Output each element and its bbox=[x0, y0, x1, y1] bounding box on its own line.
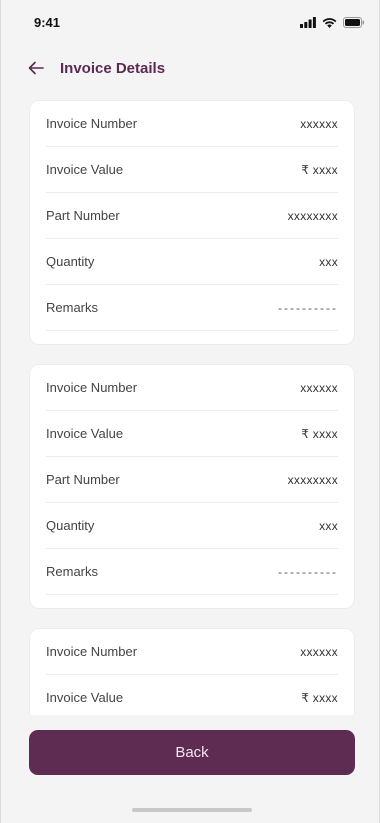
back-button[interactable]: Back bbox=[29, 730, 355, 775]
invoice-card: Invoice Number xxxxxx Invoice Value ₹ xx… bbox=[29, 364, 355, 609]
row-value: ₹ xxxx bbox=[301, 162, 338, 177]
status-time: 9:41 bbox=[34, 14, 61, 30]
row-value: ---------- bbox=[278, 564, 338, 579]
row-label: Invoice Value bbox=[46, 162, 124, 177]
status-bar: 9:41 bbox=[1, 0, 379, 44]
invoice-card: Invoice Number xxxxxx Invoice Value ₹ xx… bbox=[29, 628, 355, 715]
card-padding bbox=[46, 331, 338, 344]
arrow-left-icon[interactable] bbox=[27, 59, 45, 77]
quantity-row: Quantity xxx bbox=[46, 503, 338, 549]
invoice-number-row: Invoice Number xxxxxx bbox=[46, 629, 338, 675]
row-label: Part Number bbox=[46, 472, 120, 487]
remarks-row: Remarks ---------- bbox=[46, 549, 338, 595]
invoice-value-row: Invoice Value ₹ xxxx bbox=[46, 411, 338, 457]
invoice-card: Invoice Number xxxxxx Invoice Value ₹ xx… bbox=[29, 100, 355, 345]
row-label: Remarks bbox=[46, 300, 99, 315]
row-value: xxxxxxxx bbox=[287, 472, 338, 487]
row-label: Invoice Number bbox=[46, 644, 138, 659]
row-label: Invoice Value bbox=[46, 426, 124, 441]
row-label: Part Number bbox=[46, 208, 120, 223]
row-value: ---------- bbox=[278, 300, 338, 315]
status-icons bbox=[300, 16, 365, 28]
row-value: xxxxxx bbox=[300, 380, 338, 395]
row-label: Invoice Number bbox=[46, 116, 138, 131]
row-label: Invoice Value bbox=[46, 690, 124, 705]
card-padding bbox=[46, 595, 338, 608]
signal-icon bbox=[300, 16, 316, 28]
row-label: Remarks bbox=[46, 564, 99, 579]
part-number-row: Part Number xxxxxxxx bbox=[46, 193, 338, 239]
invoice-details-screen: 9:41 Invoice Details Invoice Number xxxx… bbox=[0, 0, 380, 823]
row-value: xxx bbox=[319, 254, 338, 269]
page-title: Invoice Details bbox=[60, 59, 166, 77]
invoice-number-row: Invoice Number xxxxxx bbox=[46, 365, 338, 411]
invoice-value-row: Invoice Value ₹ xxxx bbox=[46, 675, 338, 715]
wifi-icon bbox=[322, 17, 337, 28]
quantity-row: Quantity xxx bbox=[46, 239, 338, 285]
remarks-row: Remarks ---------- bbox=[46, 285, 338, 331]
row-label: Quantity bbox=[46, 518, 95, 533]
row-value: xxx bbox=[319, 518, 338, 533]
home-indicator bbox=[132, 808, 252, 812]
row-label: Quantity bbox=[46, 254, 95, 269]
invoice-value-row: Invoice Value ₹ xxxx bbox=[46, 147, 338, 193]
row-value: xxxxxx bbox=[300, 644, 338, 659]
part-number-row: Part Number xxxxxxxx bbox=[46, 457, 338, 503]
invoice-number-row: Invoice Number xxxxxx bbox=[46, 101, 338, 147]
row-value: ₹ xxxx bbox=[301, 426, 338, 441]
invoice-list[interactable]: Invoice Number xxxxxx Invoice Value ₹ xx… bbox=[29, 100, 355, 715]
row-label: Invoice Number bbox=[46, 380, 138, 395]
row-value: ₹ xxxx bbox=[301, 690, 338, 705]
row-value: xxxxxx bbox=[300, 116, 338, 131]
battery-icon bbox=[343, 16, 365, 28]
row-value: xxxxxxxx bbox=[287, 208, 338, 223]
header: Invoice Details bbox=[1, 52, 379, 84]
